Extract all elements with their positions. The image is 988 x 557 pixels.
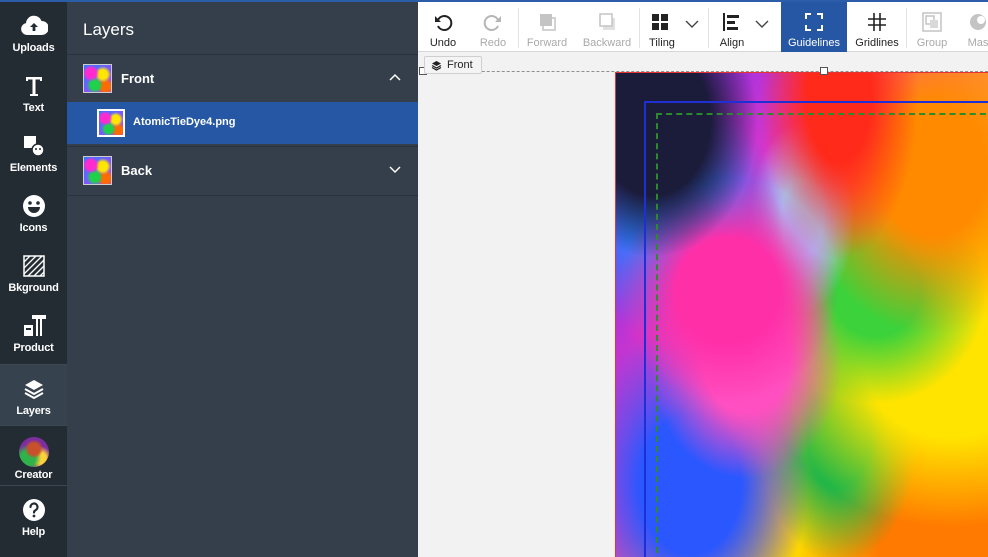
forward-button[interactable]: Forward bbox=[519, 2, 575, 52]
toolbar-label: Forward bbox=[526, 37, 568, 49]
rail-item-product[interactable]: Product bbox=[0, 302, 67, 362]
side-label-tag: Front bbox=[424, 56, 482, 74]
toolbar-label: Undo bbox=[429, 37, 457, 49]
help-icon bbox=[22, 497, 46, 523]
tool-rail: Uploads Text Elements Icons Bkground Pro… bbox=[0, 0, 67, 557]
rail-item-help[interactable]: Help bbox=[0, 486, 67, 546]
rail-item-creator[interactable]: Creator bbox=[0, 426, 67, 486]
smiley-icon bbox=[22, 193, 46, 219]
toolbar-label: Align bbox=[719, 37, 745, 49]
safe-area-guideline bbox=[656, 113, 988, 557]
rail-label: Icons bbox=[19, 222, 48, 234]
chevron-down-icon bbox=[755, 20, 769, 28]
toolbar-label: Group bbox=[916, 37, 948, 49]
layer-thumbnail bbox=[97, 109, 125, 137]
side-label-text: Front bbox=[447, 59, 473, 71]
layers-icon bbox=[23, 376, 45, 402]
rail-item-background[interactable]: Bkground bbox=[0, 242, 67, 302]
layer-name: Front bbox=[121, 71, 155, 86]
align-dropdown[interactable]: Align bbox=[709, 2, 777, 52]
bring-forward-icon bbox=[537, 11, 557, 33]
layer-name: AtomicTieDye4.png bbox=[133, 116, 236, 128]
product-icon bbox=[21, 313, 47, 339]
rail-item-text[interactable]: Text bbox=[0, 62, 67, 122]
chevron-down-icon bbox=[685, 20, 699, 28]
mask-icon bbox=[968, 11, 988, 33]
mask-button[interactable]: Mas bbox=[958, 2, 988, 52]
chevron-down-icon[interactable] bbox=[388, 162, 402, 176]
send-backward-icon bbox=[597, 11, 617, 33]
gridlines-toggle[interactable]: Gridlines bbox=[848, 2, 906, 52]
undo-button[interactable]: Undo bbox=[418, 2, 468, 52]
toolbar-label: Guidelines bbox=[788, 37, 840, 49]
resize-handle-top[interactable] bbox=[820, 67, 828, 75]
rail-label: Help bbox=[21, 526, 46, 538]
tiling-dropdown[interactable]: Tiling bbox=[640, 2, 706, 52]
layer-group-front[interactable]: Front bbox=[67, 54, 418, 100]
undo-icon bbox=[433, 11, 453, 33]
text-t-icon bbox=[24, 73, 44, 99]
gridlines-icon bbox=[867, 11, 887, 33]
rail-item-layers[interactable]: Layers bbox=[0, 365, 67, 425]
rail-label: Creator bbox=[14, 469, 53, 481]
chevron-up-icon[interactable] bbox=[388, 70, 402, 84]
toolbar-label: Gridlines bbox=[855, 37, 899, 49]
align-icon bbox=[709, 11, 777, 33]
layer-item-atomictiedye[interactable]: AtomicTieDye4.png bbox=[67, 102, 418, 144]
rail-label: Elements bbox=[9, 162, 58, 174]
tie-dye-artwork[interactable] bbox=[615, 72, 988, 557]
toolbar-label: Tiling bbox=[649, 37, 675, 49]
shapes-icon bbox=[22, 133, 46, 159]
rail-item-elements[interactable]: Elements bbox=[0, 122, 67, 182]
avatar-icon bbox=[18, 437, 49, 467]
backward-button[interactable]: Backward bbox=[575, 2, 639, 52]
redo-button[interactable]: Redo bbox=[468, 2, 518, 52]
toolbar-label: Redo bbox=[479, 37, 507, 49]
layer-thumbnail bbox=[83, 64, 112, 93]
toolbar-label: Mas bbox=[967, 37, 988, 49]
rail-label: Text bbox=[22, 102, 44, 114]
toolbar-label: Backward bbox=[582, 37, 632, 49]
rail-label: Uploads bbox=[12, 42, 55, 54]
cloud-upload-icon bbox=[20, 13, 48, 39]
redo-icon bbox=[483, 11, 503, 33]
layers-panel: Layers Front AtomicTieDye4.png Back bbox=[67, 0, 418, 557]
toolbar: Undo Redo Forward Backward Tiling Align bbox=[418, 0, 988, 52]
guidelines-icon bbox=[804, 11, 824, 33]
hatch-icon bbox=[22, 253, 45, 279]
group-button[interactable]: Group bbox=[907, 2, 957, 52]
rail-label: Layers bbox=[16, 405, 51, 417]
design-canvas[interactable]: Front bbox=[418, 52, 988, 557]
panel-title: Layers bbox=[83, 20, 135, 39]
group-icon bbox=[922, 11, 942, 33]
layer-thumbnail bbox=[83, 156, 112, 185]
layer-name: Back bbox=[121, 163, 153, 178]
guidelines-toggle[interactable]: Guidelines bbox=[781, 2, 847, 52]
tiling-icon bbox=[640, 11, 706, 33]
rail-label: Bkground bbox=[8, 282, 59, 294]
layer-group-back[interactable]: Back bbox=[67, 146, 418, 192]
panel-divider bbox=[67, 195, 418, 196]
rail-item-uploads[interactable]: Uploads bbox=[0, 2, 67, 62]
rail-item-icons[interactable]: Icons bbox=[0, 182, 67, 242]
rail-label: Product bbox=[13, 342, 54, 354]
layers-icon bbox=[431, 60, 442, 71]
